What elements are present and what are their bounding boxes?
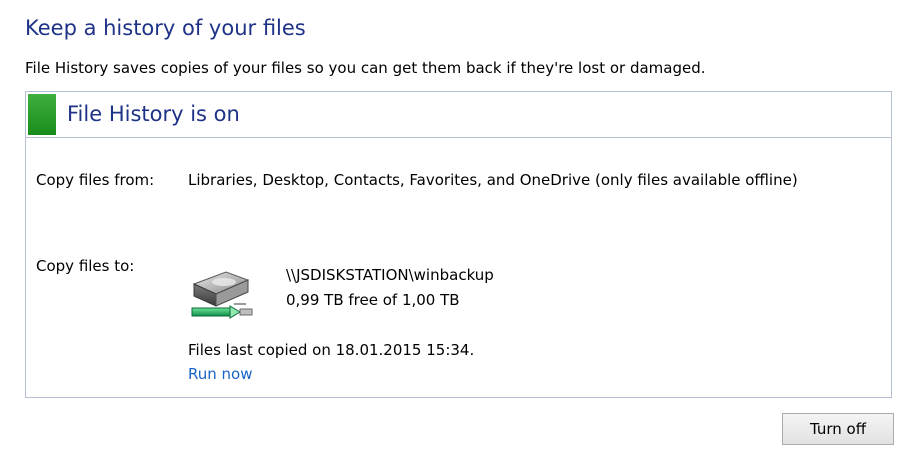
page-description: File History saves copies of your files …	[25, 59, 706, 77]
turn-off-button[interactable]: Turn off	[782, 413, 894, 445]
file-history-panel: File History is on Copy files from: Libr…	[25, 91, 892, 398]
run-now-link[interactable]: Run now	[188, 365, 252, 383]
network-drive-icon	[186, 264, 256, 326]
status-header: File History is on	[26, 92, 891, 138]
status-indicator	[28, 94, 56, 135]
drive-space: 0,99 TB free of 1,00 TB	[286, 291, 460, 309]
copy-from-label: Copy files from:	[36, 171, 155, 189]
last-copied-text: Files last copied on 18.01.2015 15:34.	[188, 341, 475, 359]
copy-to-label: Copy files to:	[36, 257, 135, 275]
drive-name: \\JSDISKSTATION\winbackup	[286, 266, 494, 284]
copy-from-value: Libraries, Desktop, Contacts, Favorites,…	[188, 171, 798, 189]
page-title: Keep a history of your files	[25, 16, 306, 40]
status-title: File History is on	[67, 102, 240, 126]
